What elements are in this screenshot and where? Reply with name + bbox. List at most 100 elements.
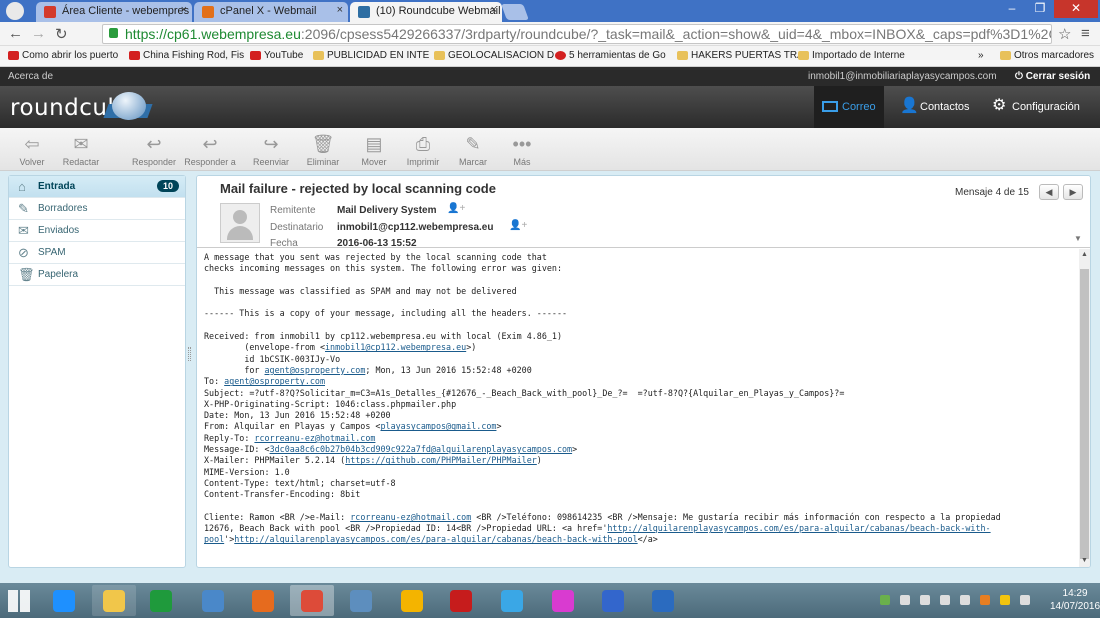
browser-user-icon[interactable] xyxy=(6,2,24,20)
tray-icon[interactable] xyxy=(920,595,930,605)
menu-icon[interactable]: ≡ xyxy=(1081,25,1090,42)
add-contact-icon[interactable]: 👤+ xyxy=(509,220,527,231)
bookmark-item[interactable]: YouTube xyxy=(250,50,303,61)
taskbar-app[interactable] xyxy=(290,585,334,616)
star-icon[interactable]: ☆ xyxy=(1058,25,1071,43)
folder-spam[interactable]: ⊘ SPAM xyxy=(9,242,185,264)
chevron-down-icon[interactable]: ▼ xyxy=(1074,234,1082,243)
body-link[interactable]: http://alquilarenplayasycampos.com/es/pa… xyxy=(607,523,990,533)
url-input[interactable]: https://cp61.webempresa.eu:2096/cpsess54… xyxy=(102,24,1052,44)
date-value: 2016-06-13 15:52 xyxy=(337,238,417,249)
bookmark-item[interactable]: GEOLOCALISACION D xyxy=(434,50,554,61)
more-button[interactable]: ••• Más xyxy=(497,131,547,167)
add-contact-icon[interactable]: 👤+ xyxy=(447,203,465,214)
body-link[interactable]: playasycampos@gmail.com xyxy=(380,421,496,431)
youtube-icon xyxy=(250,51,261,60)
body-link[interactable]: pool xyxy=(204,534,224,544)
windows-start-icon[interactable] xyxy=(8,590,30,612)
forward-icon[interactable]: → xyxy=(31,25,46,42)
body-link[interactable]: inmobil1@cp112.webempresa.eu xyxy=(325,342,466,352)
nav-settings[interactable]: ⚙ Configuración xyxy=(984,86,1084,128)
taskbar-app[interactable] xyxy=(92,585,136,616)
tray-icon[interactable] xyxy=(1000,595,1010,605)
bookmark-item[interactable]: Como abrir los puerto xyxy=(8,50,118,61)
tab-close-icon[interactable]: × xyxy=(337,4,343,16)
taskbar-app[interactable] xyxy=(241,585,285,616)
logout-link[interactable]: ⏻ Cerrar sesión xyxy=(1015,71,1090,82)
bookmark-item[interactable]: China Fishing Rod, Fis xyxy=(129,50,244,61)
taskbar-app[interactable] xyxy=(339,585,383,616)
reply-button[interactable]: ↩ Responder xyxy=(129,131,179,167)
reload-icon[interactable]: ↻ xyxy=(55,25,68,43)
body-link[interactable]: https://github.com/PHPMailer/PHPMailer xyxy=(345,455,537,465)
tray-icon[interactable] xyxy=(1020,595,1030,605)
bookmark-item[interactable]: HAKERS PUERTAS TRA xyxy=(677,50,804,61)
folder-inbox[interactable]: ⌂ Entrada 10 xyxy=(9,176,185,198)
minimize-icon[interactable]: – xyxy=(998,0,1026,18)
body-link[interactable]: rcorreanu-ez@hotmail.com xyxy=(254,433,375,443)
about-link[interactable]: Acerca de xyxy=(8,71,53,82)
folder-sent[interactable]: ✉ Enviados xyxy=(9,220,185,242)
scroll-up-icon[interactable]: ▲ xyxy=(1081,251,1088,258)
tray-icon[interactable] xyxy=(940,595,950,605)
from-value[interactable]: Mail Delivery System xyxy=(337,205,437,216)
bookmark-item[interactable]: PUBLICIDAD EN INTE xyxy=(313,50,429,61)
message-scrollbar[interactable]: ▲ ▼ xyxy=(1079,249,1090,567)
browser-tab-1[interactable]: Área Cliente - webempres × xyxy=(36,2,192,22)
taskbar-app[interactable] xyxy=(591,585,635,616)
system-clock[interactable]: 14:29 14/07/2016 xyxy=(1050,587,1100,613)
delete-button[interactable]: 🗑 Eliminar xyxy=(298,131,348,167)
volume-icon[interactable] xyxy=(960,595,970,605)
tab-favicon xyxy=(202,6,214,18)
compose-button[interactable]: ✉ Redactar xyxy=(56,131,106,167)
next-message-button[interactable]: ▶ xyxy=(1063,184,1083,200)
print-button[interactable]: ⎙ Imprimir xyxy=(398,131,448,167)
other-bookmarks[interactable]: Otros marcadores xyxy=(1000,50,1094,61)
message-body: A message that you sent was rejected by … xyxy=(204,252,1074,546)
body-link[interactable]: rcorreanu-ez@hotmail.com xyxy=(350,512,471,522)
scroll-down-icon[interactable]: ▼ xyxy=(1081,557,1088,564)
tab-close-icon[interactable]: × xyxy=(181,4,187,16)
maximize-icon[interactable]: ❐ xyxy=(1026,0,1054,18)
taskbar-app[interactable] xyxy=(390,585,434,616)
taskbar-app[interactable] xyxy=(191,585,235,616)
window-close-icon[interactable]: ✕ xyxy=(1054,0,1098,18)
prev-message-button[interactable]: ◀ xyxy=(1039,184,1059,200)
tray-icon[interactable] xyxy=(980,595,990,605)
taskbar-app[interactable] xyxy=(42,585,86,616)
body-link[interactable]: agent@osproperty.com xyxy=(265,365,366,375)
scrollbar-thumb[interactable] xyxy=(1080,269,1089,559)
taskbar-app[interactable] xyxy=(139,585,183,616)
body-line xyxy=(204,275,1074,286)
folder-drafts[interactable]: ✎ Borradores xyxy=(9,198,185,220)
bookmarks-more[interactable]: » xyxy=(978,50,984,61)
nav-mail[interactable]: Correo xyxy=(814,86,884,128)
tray-icon[interactable] xyxy=(880,595,890,605)
bookmark-item[interactable]: Importado de Interne xyxy=(798,50,905,61)
tray-icon[interactable] xyxy=(900,595,910,605)
move-button[interactable]: ▤ Mover xyxy=(349,131,399,167)
bookmark-item[interactable]: 5 herramientas de Go xyxy=(555,50,666,61)
body-link[interactable]: http://alquilarenplayasycampos.com/es/pa… xyxy=(234,534,637,544)
taskbar-app[interactable] xyxy=(439,585,483,616)
back-button[interactable]: ⇦ Volver xyxy=(7,131,57,167)
mark-button[interactable]: ✎ Marcar xyxy=(448,131,498,167)
forward-button[interactable]: ↪ Reenviar xyxy=(246,131,296,167)
taskbar-app[interactable] xyxy=(541,585,585,616)
browser-tab-3[interactable]: (10) Roundcube Webmail × xyxy=(350,2,502,22)
browser-tab-2[interactable]: cPanel X - Webmail × xyxy=(194,2,348,22)
body-link[interactable]: agent@osproperty.com xyxy=(224,376,325,386)
folder-trash[interactable]: 🗑 Papelera xyxy=(9,264,185,286)
nav-contacts[interactable]: 👤 Contactos xyxy=(892,86,976,128)
new-tab-button[interactable] xyxy=(501,4,529,20)
inbox-icon: ⌂ xyxy=(18,179,26,194)
body-line: Content-Type: text/html; charset=utf-8 xyxy=(204,477,396,488)
back-icon[interactable]: ← xyxy=(8,25,23,42)
pane-splitter[interactable] xyxy=(188,347,191,361)
gear-icon: ⚙ xyxy=(992,97,1007,114)
body-link[interactable]: 3dc0aa8c6c0b27b04b3cd909c922a7fd@alquila… xyxy=(270,444,573,454)
to-value[interactable]: inmobil1@cp112.webempresa.eu xyxy=(337,222,493,233)
taskbar-app[interactable] xyxy=(641,585,685,616)
taskbar-app[interactable] xyxy=(490,585,534,616)
tab-close-icon[interactable]: × xyxy=(491,4,497,16)
